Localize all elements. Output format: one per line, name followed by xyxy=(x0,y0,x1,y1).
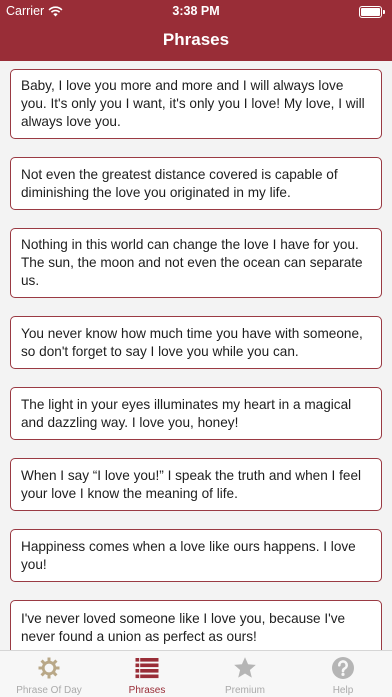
tab-phrase-of-day[interactable]: Phrase Of Day xyxy=(0,651,98,697)
phrase-card[interactable]: Nothing in this world can change the lov… xyxy=(10,228,382,298)
tab-label: Help xyxy=(332,685,354,696)
phrase-card[interactable]: Happiness comes when a love like ours ha… xyxy=(10,529,382,582)
tab-phrases[interactable]: Phrases xyxy=(98,651,196,697)
sun-gear-icon xyxy=(38,657,60,679)
tab-bar: Phrase Of Day Phrases Premium Help xyxy=(0,650,392,697)
phrase-text: I've never loved someone like I love you… xyxy=(21,610,346,644)
page-title: Phrases xyxy=(162,30,230,49)
phrase-text: When I say “I love you!” I speak the tru… xyxy=(21,467,362,501)
phrase-card[interactable]: I've never loved someone like I love you… xyxy=(10,600,382,650)
tab-label: Phrase Of Day xyxy=(16,685,82,696)
phrase-text: You never know how much time you have wi… xyxy=(21,325,363,359)
battery-icon xyxy=(359,6,385,18)
phrase-card[interactable]: Baby, I love you more and more and I wil… xyxy=(10,69,382,139)
tab-label: Phrases xyxy=(128,685,166,696)
phrase-card[interactable]: Not even the greatest distance covered i… xyxy=(10,157,382,210)
phrase-text: Not even the greatest distance covered i… xyxy=(21,166,338,200)
tab-help[interactable]: Help xyxy=(294,651,392,697)
phrase-card[interactable]: You never know how much time you have wi… xyxy=(10,316,382,369)
phrase-text: Nothing in this world can change the lov… xyxy=(21,237,363,288)
list-icon xyxy=(135,658,159,679)
star-icon xyxy=(234,657,256,678)
question-icon xyxy=(332,657,354,679)
status-bar: Carrier 3:38 PM xyxy=(0,0,392,22)
phrase-card[interactable]: When I say “I love you!” I speak the tru… xyxy=(10,458,382,511)
status-time: 3:38 PM xyxy=(172,4,220,18)
phrase-text: Baby, I love you more and more and I wil… xyxy=(21,78,365,129)
phrase-text: Happiness comes when a love like ours ha… xyxy=(21,538,356,572)
phrase-list[interactable]: Baby, I love you more and more and I wil… xyxy=(0,61,392,650)
phrase-text: The light in your eyes illuminates my he… xyxy=(21,396,352,430)
tab-label: Premium xyxy=(224,685,265,696)
phrase-card[interactable]: The light in your eyes illuminates my he… xyxy=(10,387,382,440)
navigation-header: Carrier 3:38 PM Phrases xyxy=(0,0,392,61)
tab-premium[interactable]: Premium xyxy=(196,651,294,697)
